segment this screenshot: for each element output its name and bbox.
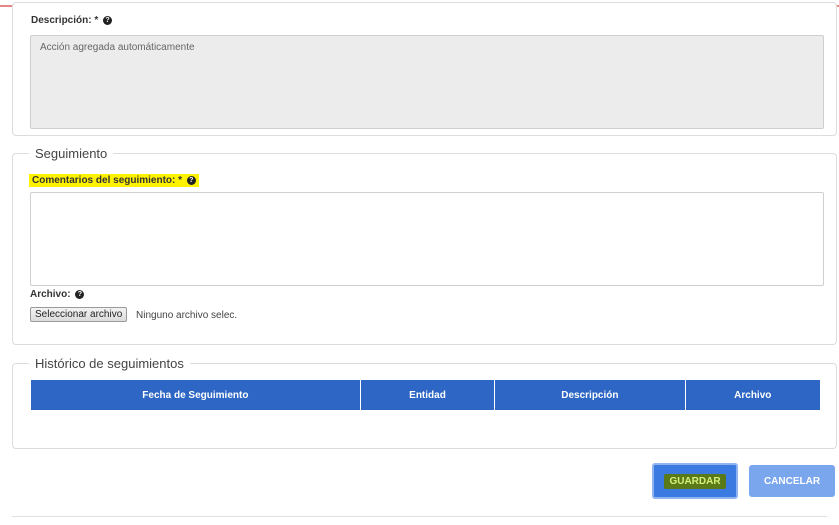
tracking-panel: Seguimiento Comentarios del seguimiento:… bbox=[12, 146, 837, 345]
tracking-legend: Seguimiento bbox=[29, 146, 114, 161]
comments-label-row: Comentarios del seguimiento: * ? bbox=[29, 174, 199, 187]
cancel-button[interactable]: CANCELAR bbox=[749, 465, 835, 497]
comments-label: Comentarios del seguimiento: * bbox=[32, 175, 183, 186]
help-icon[interactable]: ? bbox=[75, 289, 85, 299]
column-header[interactable]: Entidad bbox=[361, 380, 496, 410]
column-header[interactable]: Descripción bbox=[495, 380, 686, 410]
help-icon[interactable]: ? bbox=[186, 175, 196, 185]
save-button[interactable]: GUARDAR bbox=[652, 463, 738, 499]
help-icon[interactable]: ? bbox=[103, 15, 113, 25]
file-label-row: Archivo: ? bbox=[30, 289, 85, 300]
history-panel: Histórico de seguimientos Fecha de Segui… bbox=[12, 356, 837, 449]
column-header[interactable]: Fecha de Seguimiento bbox=[31, 380, 361, 410]
description-label-row: Descripción: * ? bbox=[31, 15, 113, 26]
history-legend: Histórico de seguimientos bbox=[29, 356, 190, 371]
column-header[interactable]: Archivo bbox=[686, 380, 820, 410]
comments-textarea[interactable] bbox=[30, 192, 824, 286]
comments-label-highlight: Comentarios del seguimiento: * ? bbox=[29, 174, 199, 187]
bottom-divider bbox=[12, 516, 827, 517]
description-value: Acción agregada automáticamente bbox=[40, 42, 195, 53]
description-label: Descripción: * bbox=[31, 15, 99, 26]
description-textarea: Acción agregada automáticamente bbox=[30, 35, 824, 129]
history-table-header: Fecha de Seguimiento Entidad Descripción… bbox=[31, 380, 820, 410]
select-file-button[interactable]: Seleccionar archivo bbox=[30, 307, 128, 322]
file-label: Archivo: bbox=[30, 289, 71, 300]
save-button-label: GUARDAR bbox=[664, 473, 726, 489]
description-panel: Descripción: * ? Acción agregada automát… bbox=[12, 2, 837, 136]
file-status-text: Ninguno archivo selec. bbox=[136, 310, 238, 321]
